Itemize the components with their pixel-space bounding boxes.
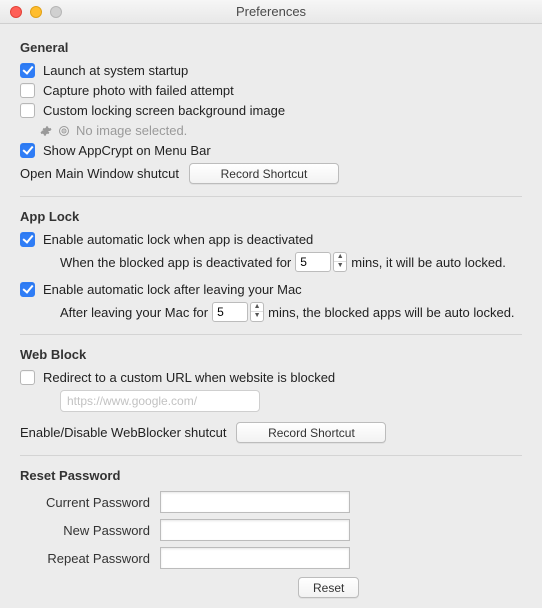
current-password-input[interactable]	[160, 491, 350, 513]
webblocker-shortcut-label: Enable/Disable WebBlocker shutcut	[20, 425, 226, 440]
target-icon[interactable]	[58, 125, 70, 137]
stepper-up-icon[interactable]: ▲	[251, 303, 263, 312]
section-heading-general: General	[20, 40, 522, 55]
stepper-down-icon[interactable]: ▼	[251, 312, 263, 321]
record-shortcut-webblocker-button[interactable]: Record Shortcut	[236, 422, 386, 443]
custom-bg-checkbox[interactable]	[20, 103, 35, 118]
new-password-input[interactable]	[160, 519, 350, 541]
leave-text-b: mins, the blocked apps will be auto lock…	[268, 305, 514, 320]
launch-at-startup-checkbox[interactable]	[20, 63, 35, 78]
section-heading-applock: App Lock	[20, 209, 522, 224]
no-image-selected-text: No image selected.	[76, 123, 187, 138]
redirect-url-checkbox[interactable]	[20, 370, 35, 385]
show-menubar-checkbox[interactable]	[20, 143, 35, 158]
new-password-label: New Password	[20, 523, 160, 538]
redirect-url-label: Redirect to a custom URL when website is…	[43, 370, 335, 385]
separator	[20, 334, 522, 335]
deactivated-minutes-input[interactable]	[295, 252, 331, 272]
show-menubar-label: Show AppCrypt on Menu Bar	[43, 143, 211, 158]
leave-minutes-input[interactable]	[212, 302, 248, 322]
auto-lock-deactivated-label: Enable automatic lock when app is deacti…	[43, 232, 313, 247]
deactivated-minutes-stepper[interactable]: ▲ ▼	[295, 252, 347, 272]
separator	[20, 455, 522, 456]
window-title: Preferences	[0, 4, 542, 19]
titlebar: Preferences	[0, 0, 542, 24]
section-heading-reset: Reset Password	[20, 468, 522, 483]
repeat-password-label: Repeat Password	[20, 551, 160, 566]
section-heading-webblock: Web Block	[20, 347, 522, 362]
launch-at-startup-label: Launch at system startup	[43, 63, 188, 78]
auto-lock-deactivated-checkbox[interactable]	[20, 232, 35, 247]
stepper-up-icon[interactable]: ▲	[334, 253, 346, 262]
leave-text-a: After leaving your Mac for	[60, 305, 208, 320]
custom-bg-label: Custom locking screen background image	[43, 103, 285, 118]
stepper-down-icon[interactable]: ▼	[334, 262, 346, 271]
current-password-label: Current Password	[20, 495, 160, 510]
gear-icon[interactable]	[40, 125, 52, 137]
open-main-shortcut-label: Open Main Window shutcut	[20, 166, 179, 181]
capture-photo-checkbox[interactable]	[20, 83, 35, 98]
redirect-url-input[interactable]	[60, 390, 260, 412]
record-shortcut-main-button[interactable]: Record Shortcut	[189, 163, 339, 184]
capture-photo-label: Capture photo with failed attempt	[43, 83, 234, 98]
separator	[20, 196, 522, 197]
deactivated-text-a: When the blocked app is deactivated for	[60, 255, 291, 270]
leave-minutes-stepper[interactable]: ▲ ▼	[212, 302, 264, 322]
reset-button[interactable]: Reset	[298, 577, 359, 598]
deactivated-text-b: mins, it will be auto locked.	[351, 255, 506, 270]
repeat-password-input[interactable]	[160, 547, 350, 569]
auto-lock-leave-label: Enable automatic lock after leaving your…	[43, 282, 302, 297]
auto-lock-leave-checkbox[interactable]	[20, 282, 35, 297]
